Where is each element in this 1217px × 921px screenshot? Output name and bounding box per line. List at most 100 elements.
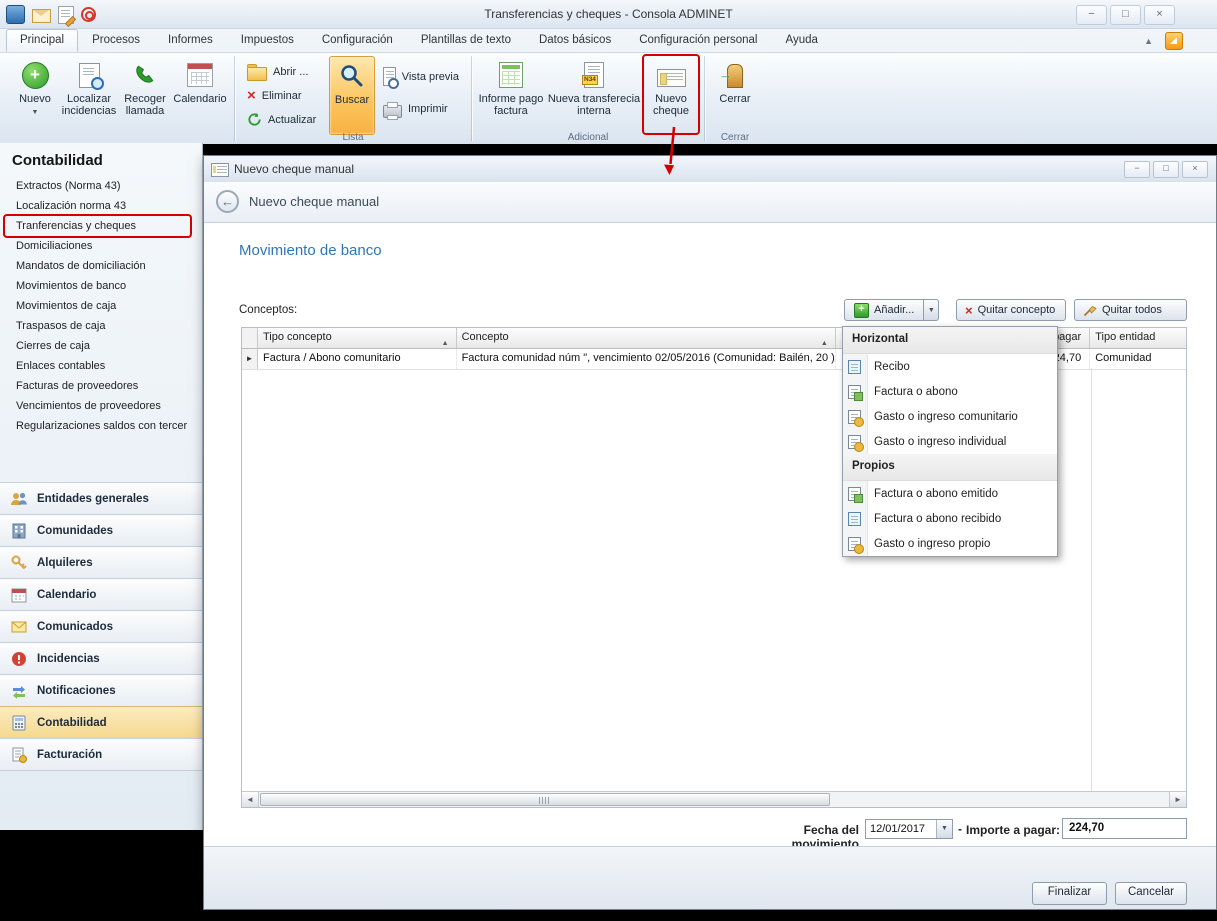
sidebar-item-localizacion-norma-43[interactable]: Localización norma 43 bbox=[5, 196, 190, 216]
nav-contabilidad[interactable]: Contabilidad bbox=[0, 706, 202, 738]
field-separator: - bbox=[958, 822, 962, 836]
actualizar-button[interactable]: Actualizar bbox=[241, 109, 327, 130]
menu-item-gasto-ingreso-comunitario[interactable]: Gasto o ingreso comunitario bbox=[843, 404, 1057, 429]
nav-entidades-generales[interactable]: Entidades generales bbox=[0, 482, 202, 514]
sidebar-item-cierres-caja[interactable]: Cierres de caja bbox=[5, 336, 190, 356]
scroll-left-button[interactable]: ◄ bbox=[242, 792, 259, 807]
sidebar-item-domiciliaciones[interactable]: Domiciliaciones bbox=[5, 236, 190, 256]
anadir-dropdown-button[interactable]: ▼ bbox=[924, 299, 939, 321]
vista-previa-button[interactable]: Vista previa bbox=[377, 66, 465, 87]
fecha-movimiento-value[interactable]: 12/01/2017 bbox=[866, 820, 936, 838]
dialog-close-button[interactable]: × bbox=[1182, 161, 1208, 178]
cerrar-button[interactable]: → Cerrar bbox=[711, 56, 759, 133]
dialog-footer: Finalizar Cancelar bbox=[204, 846, 1216, 909]
dropdown-icon: ▼ bbox=[928, 307, 935, 314]
nav-incidencias[interactable]: Incidencias bbox=[0, 642, 202, 674]
tab-informes[interactable]: Informes bbox=[154, 29, 227, 52]
ribbon-group-lista: Abrir ... × Eliminar Actualizar bbox=[237, 53, 469, 144]
informe-pago-factura-button[interactable]: Informe pago factura bbox=[478, 56, 544, 133]
ribbon-tabs: Principal Procesos Informes Impuestos Co… bbox=[0, 28, 1217, 52]
localizar-incidencias-button[interactable]: Localizar incidencias bbox=[60, 56, 118, 133]
cell-tipo-concepto: Factura / Abono comunitario bbox=[258, 349, 457, 369]
open-folder-icon bbox=[247, 67, 267, 81]
nav-calendario[interactable]: Calendario bbox=[0, 578, 202, 610]
importe-a-pagar-label: Importe a pagar: bbox=[966, 823, 1060, 837]
scrollbar-thumb[interactable] bbox=[260, 793, 830, 806]
tab-procesos[interactable]: Procesos bbox=[78, 29, 154, 52]
menu-item-gasto-ingreso-individual[interactable]: Gasto o ingreso individual bbox=[843, 429, 1057, 454]
sidebar-item-traspasos-caja[interactable]: Traspasos de caja bbox=[5, 316, 190, 336]
nav-facturacion[interactable]: Facturación bbox=[0, 738, 202, 771]
quitar-todos-button[interactable]: Quitar todos bbox=[1074, 299, 1187, 321]
scroll-right-button[interactable]: ► bbox=[1169, 792, 1186, 807]
menu-item-factura-abono-recibido[interactable]: Factura o abono recibido bbox=[843, 506, 1057, 531]
anadir-split-button: + Añadir... ▼ bbox=[844, 299, 939, 321]
tab-plantillas-de-texto[interactable]: Plantillas de texto bbox=[407, 29, 525, 52]
tab-impuestos[interactable]: Impuestos bbox=[227, 29, 308, 52]
grid-header-concepto[interactable]: Concepto▲ bbox=[457, 328, 836, 348]
print-icon bbox=[383, 105, 402, 118]
maximize-icon: □ bbox=[1122, 8, 1129, 20]
abrir-button[interactable]: Abrir ... bbox=[241, 61, 327, 82]
nuevo-button[interactable]: + Nuevo ▼ bbox=[12, 56, 58, 133]
sidebar-item-vencimientos-proveedores[interactable]: Vencimientos de proveedores bbox=[5, 396, 190, 416]
dialog-minimize-button[interactable]: − bbox=[1124, 161, 1150, 178]
tab-configuracion[interactable]: Configuración bbox=[308, 29, 407, 52]
minimize-button[interactable]: − bbox=[1076, 5, 1107, 25]
dialog-window-controls: − □ × bbox=[1124, 161, 1208, 178]
maximize-button[interactable]: □ bbox=[1110, 5, 1141, 25]
add-icon: + bbox=[854, 303, 869, 318]
horizontal-scrollbar[interactable]: ◄ ► bbox=[242, 791, 1186, 807]
collapse-ribbon-icon[interactable]: ▲ bbox=[1144, 36, 1153, 46]
buscar-button[interactable]: Buscar bbox=[329, 56, 375, 135]
tab-configuracion-personal[interactable]: Configuración personal bbox=[625, 29, 771, 52]
invoice-report-icon bbox=[499, 62, 523, 88]
quitar-concepto-button[interactable]: × Quitar concepto bbox=[956, 299, 1066, 321]
back-button[interactable]: ← bbox=[216, 190, 239, 213]
sort-asc-icon: ▲ bbox=[442, 334, 449, 348]
nav-alquileres[interactable]: Alquileres bbox=[0, 546, 202, 578]
grid-header-tipo-entidad[interactable]: Tipo entidad bbox=[1090, 328, 1186, 348]
recoger-llamada-button[interactable]: Recoger llamada bbox=[120, 56, 170, 133]
nuevo-cheque-manual-dialog: Nuevo cheque manual − □ × ← Nuevo cheque… bbox=[203, 155, 1217, 910]
menu-item-factura-abono-emitido[interactable]: Factura o abono emitido bbox=[843, 481, 1057, 506]
ribbon-separator bbox=[471, 56, 472, 141]
anadir-button[interactable]: + Añadir... bbox=[844, 299, 924, 321]
quick-launch-icon[interactable] bbox=[1165, 32, 1183, 50]
imprimir-button[interactable]: Imprimir bbox=[377, 98, 465, 119]
eliminar-button[interactable]: × Eliminar bbox=[241, 85, 327, 106]
sidebar-item-regularizaciones[interactable]: Regularizaciones saldos con tercer bbox=[5, 416, 190, 436]
calendario-button[interactable]: Calendario bbox=[172, 56, 228, 133]
tab-ayuda[interactable]: Ayuda bbox=[771, 29, 831, 52]
dialog-maximize-button[interactable]: □ bbox=[1153, 161, 1179, 178]
grid-header-tipo-concepto[interactable]: Tipo concepto▲ bbox=[258, 328, 457, 348]
close-button[interactable]: × bbox=[1144, 5, 1175, 25]
tab-principal[interactable]: Principal bbox=[6, 29, 78, 52]
sidebar-item-facturas-proveedores[interactable]: Facturas de proveedores bbox=[5, 376, 190, 396]
sidebar-item-transferencias-y-cheques[interactable]: Tranferencias y cheques bbox=[5, 216, 190, 236]
ribbon-group-label-lista: Lista bbox=[237, 132, 469, 143]
ribbon-group-cerrar: → Cerrar Cerrar bbox=[707, 53, 763, 144]
window-title: Transferencias y cheques - Consola ADMIN… bbox=[0, 0, 1217, 28]
menu-item-factura-o-abono[interactable]: Factura o abono bbox=[843, 379, 1057, 404]
nav-notificaciones[interactable]: Notificaciones bbox=[0, 674, 202, 706]
nav-comunidades[interactable]: Comunidades bbox=[0, 514, 202, 546]
tab-datos-basicos[interactable]: Datos básicos bbox=[525, 29, 625, 52]
date-dropdown-button[interactable]: ▼ bbox=[936, 820, 952, 838]
fecha-movimiento-picker[interactable]: 12/01/2017 ▼ bbox=[865, 819, 953, 839]
cancelar-button[interactable]: Cancelar bbox=[1115, 882, 1187, 905]
importe-a-pagar-field[interactable]: 224,70 bbox=[1062, 818, 1187, 839]
sidebar-item-movimientos-banco[interactable]: Movimientos de banco bbox=[5, 276, 190, 296]
finalizar-button[interactable]: Finalizar bbox=[1032, 882, 1107, 905]
nav-comunicados[interactable]: Comunicados bbox=[0, 610, 202, 642]
ribbon-group-label-adicional: Adicional bbox=[474, 132, 702, 143]
menu-item-gasto-ingreso-propio[interactable]: Gasto o ingreso propio bbox=[843, 531, 1057, 556]
sidebar-item-enlaces-contables[interactable]: Enlaces contables bbox=[5, 356, 190, 376]
menu-item-recibo[interactable]: Recibo bbox=[843, 354, 1057, 379]
sidebar-item-extractos[interactable]: Extractos (Norma 43) bbox=[5, 176, 190, 196]
sidebar-item-mandatos[interactable]: Mandatos de domiciliación bbox=[5, 256, 190, 276]
ribbon: + Nuevo ▼ Localizar incidencias Recoger … bbox=[0, 52, 1217, 144]
nuevo-cheque-button[interactable]: Nuevo cheque bbox=[644, 56, 698, 133]
nueva-transferencia-interna-button[interactable]: N34 Nueva transferecia interna bbox=[546, 56, 642, 133]
sidebar-item-movimientos-caja[interactable]: Movimientos de caja bbox=[5, 296, 190, 316]
